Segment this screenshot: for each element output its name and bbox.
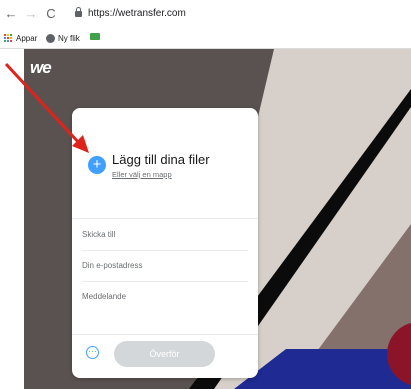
- globe-icon: [46, 34, 55, 43]
- forward-arrow-icon[interactable]: →: [24, 7, 38, 21]
- divider: [72, 334, 258, 335]
- add-files-button[interactable]: +: [88, 156, 106, 174]
- url-text[interactable]: https://wetransfer.com: [88, 8, 186, 19]
- divider: [72, 218, 258, 219]
- bookmark-label: Ny flik: [58, 34, 80, 43]
- message-field[interactable]: Meddelande: [82, 282, 248, 312]
- reload-icon[interactable]: C: [44, 7, 58, 21]
- wetransfer-logo[interactable]: we: [30, 58, 52, 78]
- send-to-field[interactable]: Skicka till: [82, 220, 248, 251]
- transfer-button[interactable]: Överför: [114, 341, 215, 367]
- more-options-icon[interactable]: ···: [86, 346, 99, 359]
- bookmark-label: Appar: [16, 34, 38, 43]
- wetransfer-page: we + Lägg till dina filer Eller välj en …: [24, 49, 411, 389]
- email-field[interactable]: Din e-postadress: [82, 251, 248, 282]
- select-folder-link[interactable]: Eller välj en mapp: [112, 170, 172, 179]
- apps-grid-icon: [4, 34, 13, 43]
- bookmark-new-tab[interactable]: Ny flik: [46, 33, 80, 44]
- folder-icon: [90, 33, 100, 40]
- bookmark-folder[interactable]: [90, 33, 100, 40]
- bookmarks-bar: Appar Ny flik: [0, 30, 411, 49]
- lock-icon: [75, 7, 82, 17]
- address-bar: ← → C https://wetransfer.com: [0, 0, 411, 30]
- add-files-title[interactable]: Lägg till dina filer: [112, 152, 210, 167]
- bookmark-apps[interactable]: Appar: [4, 33, 37, 44]
- upload-panel: + Lägg till dina filer Eller välj en map…: [72, 108, 258, 378]
- back-arrow-icon[interactable]: ←: [4, 7, 18, 21]
